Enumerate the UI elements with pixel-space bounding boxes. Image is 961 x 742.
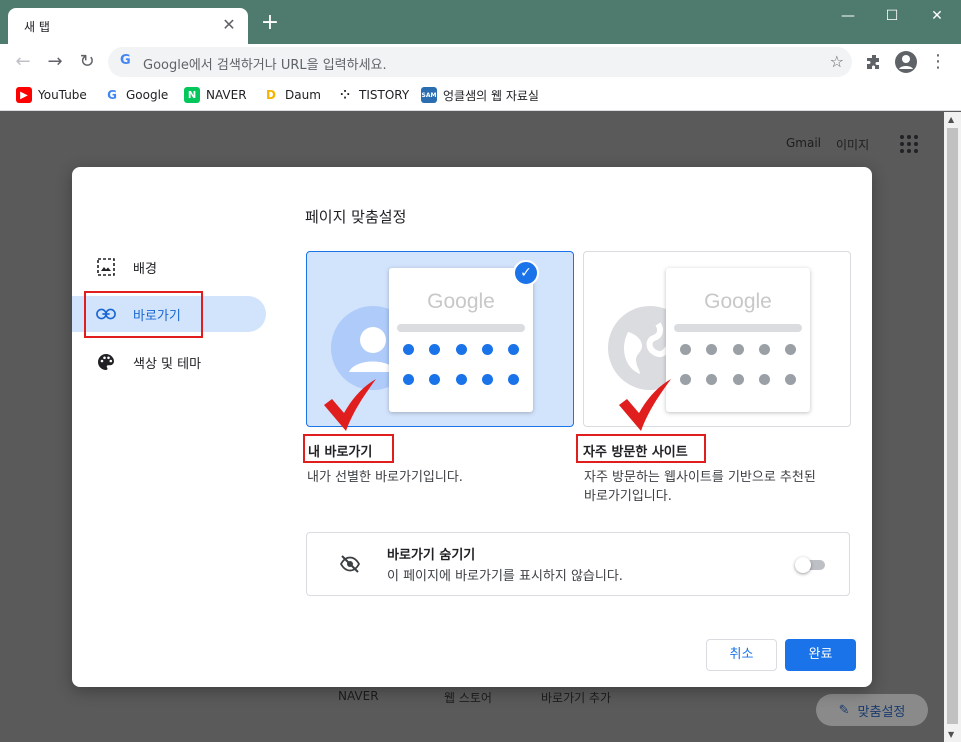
customize-label: 맞춤설정 [857,704,906,720]
scroll-down-icon[interactable]: ▼ [948,730,954,739]
most-visited-description-line2: 바로가기입니다. [584,489,672,504]
forward-arrow-icon[interactable]: → [41,48,69,76]
palette-icon [96,352,116,372]
hide-shortcuts-row: 바로가기 숨기기 이 페이지에 바로가기를 표시하지 않습니다. [306,532,850,596]
tab-new-tab[interactable]: 새 탭 ✕ [8,8,248,44]
sidebar-item-color-theme[interactable]: 색상 및 테마 [72,344,266,380]
youtube-icon: ▶ [16,87,32,103]
sidebar-item-label: 색상 및 테마 [133,356,202,372]
bookmark-label: NAVER [206,88,247,102]
browser-toolbar: ← → ↻ G Google에서 검색하거나 URL을 입력하세요. ☆ ⋮ [0,44,961,80]
bookmark-google[interactable]: G Google [104,85,168,105]
hide-shortcuts-description: 이 페이지에 바로가기를 표시하지 않습니다. [387,569,623,584]
google-g-icon: G [120,53,131,68]
most-visited-description-line1: 자주 방문하는 웹사이트를 기반으로 추천된 [584,470,816,485]
my-shortcuts-title: 내 바로가기 [308,445,373,460]
hide-shortcuts-toggle[interactable] [795,557,827,573]
bookmark-star-icon[interactable]: ☆ [830,52,844,71]
dialog-title: 페이지 맞춤설정 [305,208,407,226]
new-tab-plus-icon[interactable]: + [258,12,282,36]
daum-icon: D [263,87,279,103]
bookmark-label: Daum [285,88,321,102]
preview-google-text: Google [704,290,772,313]
tab-title: 새 탭 [24,20,50,34]
pencil-icon: ✎ [838,702,850,718]
minimize-icon[interactable]: — [828,4,868,28]
shortcut-add-label[interactable]: 바로가기 추가 [541,689,611,706]
my-shortcuts-description: 내가 선별한 바로가기입니다. [307,470,463,485]
done-button[interactable]: 완료 [785,639,856,671]
omnibox[interactable]: G Google에서 검색하거나 URL을 입력하세요. ☆ [108,47,852,77]
sidebar-item-background[interactable]: 배경 [72,249,266,285]
google-apps-icon[interactable] [900,135,918,153]
scroll-thumb[interactable] [947,128,958,724]
bookmark-naver[interactable]: N NAVER [184,85,247,105]
preview-dots-row [680,344,796,356]
window-close-icon[interactable]: ✕ [917,4,957,28]
preview-dots-row [680,374,796,386]
bookmark-daum[interactable]: D Daum [263,85,321,105]
scroll-up-icon[interactable]: ▲ [948,115,954,124]
hide-shortcuts-title: 바로가기 숨기기 [387,548,476,563]
bookmark-label: TISTORY [359,88,410,102]
reload-icon[interactable]: ↻ [73,48,101,76]
images-link[interactable]: 이미지 [836,136,869,153]
selected-check-icon: ✓ [513,260,539,286]
bookmark-uncle-sam[interactable]: SAM 엉클샘의 웹 자료실 [421,85,539,105]
preview-search-bar [674,324,802,332]
gmail-link[interactable]: Gmail [786,136,821,150]
preview-search-bar [397,324,525,332]
close-tab-icon[interactable]: ✕ [220,16,238,34]
visibility-off-icon [339,555,361,573]
sidebar-item-label: 배경 [133,261,157,277]
shortcut-webstore-label[interactable]: 웹 스토어 [444,689,492,706]
preview-google-text: Google [427,290,495,313]
shortcut-naver-label[interactable]: NAVER [338,689,379,703]
most-visited-title: 자주 방문한 사이트 [583,445,688,460]
tistory-icon: ⁘ [337,87,353,103]
bookmarks-bar: ▶ YouTube G Google N NAVER D Daum ⁘ TIST… [0,80,961,111]
google-g-icon: G [104,87,120,103]
cancel-button[interactable]: 취소 [706,639,777,671]
customize-dialog: 배경 바로가기 색상 및 테마 페이지 맞춤설정 Google ✓ Google… [72,167,872,687]
annotation-highlight-box [84,291,203,338]
red-checkmark-annotation [324,379,376,431]
bookmark-label: YouTube [38,88,87,102]
naver-icon: N [184,87,200,103]
customize-button[interactable]: ✎ 맞춤설정 [816,694,928,726]
extensions-puzzle-icon[interactable] [860,48,888,76]
red-checkmark-annotation [619,379,671,431]
most-visited-preview-panel: Google [666,268,810,412]
bookmark-label: 엉클샘의 웹 자료실 [443,88,539,103]
background-icon [96,257,116,277]
menu-kebab-icon[interactable]: ⋮ [924,48,952,76]
maximize-icon[interactable]: ☐ [872,4,912,28]
shortcuts-preview-panel: Google [389,268,533,412]
omnibox-placeholder: Google에서 검색하거나 URL을 입력하세요. [143,58,387,73]
page-scrollbar[interactable]: ▲ ▼ [944,112,961,742]
toggle-knob [795,557,811,573]
profile-avatar-icon[interactable] [892,48,920,76]
title-bar: 새 탭 ✕ + — ☐ ✕ [0,0,961,44]
back-arrow-icon[interactable]: ← [9,48,37,76]
preview-dots-row [403,344,519,356]
bookmark-tistory[interactable]: ⁘ TISTORY [337,85,409,105]
uncle-sam-site-icon: SAM [421,87,437,103]
preview-dots-row [403,374,519,386]
bookmark-label: Google [126,88,169,102]
bookmark-youtube[interactable]: ▶ YouTube [16,85,87,105]
